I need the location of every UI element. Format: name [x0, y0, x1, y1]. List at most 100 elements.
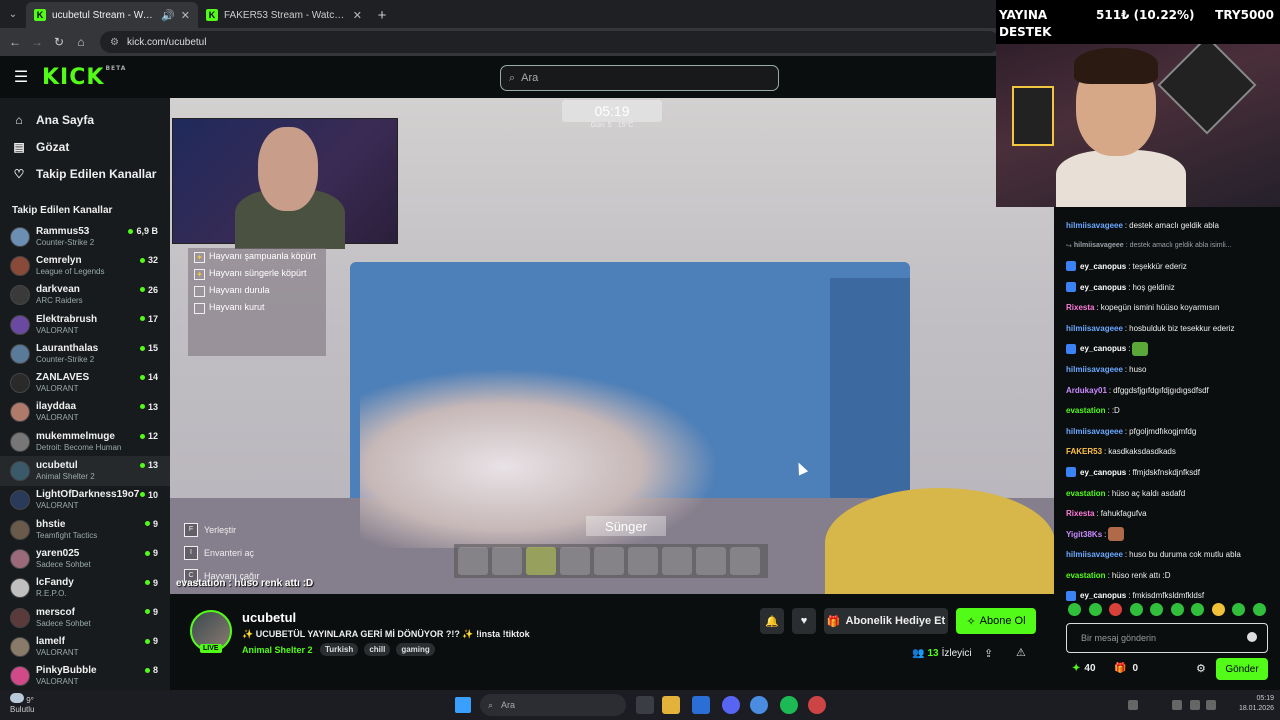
forward-icon[interactable]: →: [28, 33, 46, 51]
emote-icon[interactable]: [1170, 603, 1184, 616]
sidebar-channel[interactable]: LightOfDarkness19o7 VALORANT 10: [0, 486, 170, 515]
windows-start-icon[interactable]: [455, 697, 471, 713]
sidebar-channel[interactable]: Elektrabrush VALORANT 17: [0, 310, 170, 339]
chrome-icon[interactable]: [750, 696, 768, 714]
spotify-icon[interactable]: [780, 696, 798, 714]
emote-icon[interactable]: [1232, 603, 1246, 616]
emote-icon[interactable]: [1252, 603, 1266, 616]
chat-username[interactable]: hilmiisavageee: [1066, 427, 1123, 436]
menu-icon[interactable]: ☰: [0, 67, 42, 87]
sidebar-channel[interactable]: merscof Sadece Sohbet 9: [0, 603, 170, 632]
chat-username[interactable]: hilmiisavageee: [1066, 365, 1123, 374]
chat-username[interactable]: FAKER53: [1066, 447, 1102, 456]
chat-username[interactable]: ey_canopus: [1080, 591, 1126, 600]
home-icon[interactable]: ⌂: [72, 33, 90, 51]
chat-username[interactable]: evastation: [1066, 406, 1106, 415]
gift-counter[interactable]: 🎁 0: [1114, 663, 1138, 674]
tab-ucubetul[interactable]: K ucubetul Stream - Watch Li 🔊 ✕: [26, 2, 198, 28]
sidebar-channel[interactable]: Rammus53 Counter-Strike 2 6,9 B: [0, 222, 170, 251]
emoji-icon[interactable]: [1247, 632, 1257, 642]
chat-username[interactable]: hilmiisavageee: [1066, 324, 1123, 333]
chat-username[interactable]: Ardukay01: [1066, 386, 1107, 395]
chat-username[interactable]: ey_canopus: [1080, 468, 1126, 477]
sidebar-channel[interactable]: yaren025 Sadece Sohbet 9: [0, 544, 170, 573]
close-tab-icon[interactable]: ✕: [353, 9, 362, 22]
chat-username[interactable]: hilmiisavageee: [1066, 550, 1123, 559]
emote-icon[interactable]: [1191, 603, 1205, 616]
tag-pill[interactable]: Turkish: [320, 643, 359, 656]
clock[interactable]: 05:19 18.01.2026: [1239, 694, 1274, 714]
follow-button[interactable]: ♥: [792, 608, 816, 634]
network-icon[interactable]: [1128, 700, 1138, 710]
chat-username[interactable]: hilmiisavageee: [1074, 242, 1124, 249]
chat-username[interactable]: ey_canopus: [1080, 262, 1126, 271]
streamer-name[interactable]: ucubetul: [242, 610, 296, 625]
chat-input[interactable]: Bir mesaj gönderin: [1066, 623, 1268, 653]
store-icon[interactable]: [692, 696, 710, 714]
sidebar-channel[interactable]: Cemrelyn League of Legends 32: [0, 251, 170, 280]
url-field[interactable]: ⚙ kick.com/ucubetul: [100, 31, 1000, 53]
tag-pill[interactable]: chill: [364, 643, 391, 656]
audio-icon[interactable]: 🔊: [161, 9, 175, 22]
chat-username[interactable]: hilmiisavageee: [1066, 221, 1123, 230]
tab-faker53[interactable]: K FAKER53 Stream - Watch Live o ✕: [198, 2, 370, 28]
reload-icon[interactable]: ↻: [50, 33, 68, 51]
chat-username[interactable]: Rixesta: [1066, 303, 1094, 312]
sidebar-channel[interactable]: Lauranthalas Counter-Strike 2 15: [0, 339, 170, 368]
wifi-icon[interactable]: [1172, 700, 1182, 710]
share-icon[interactable]: ⇪: [984, 647, 993, 660]
chat-username[interactable]: Rixesta: [1066, 509, 1094, 518]
emote-icon[interactable]: [1211, 603, 1225, 616]
sidebar-channel[interactable]: ucubetul Animal Shelter 2 13: [0, 456, 170, 486]
sidebar-channel[interactable]: ZANLAVES VALORANT 14: [0, 368, 170, 397]
sidebar-channel[interactable]: ilayddaa VALORANT 13: [0, 398, 170, 427]
sidebar-channel[interactable]: PinkyBubble VALORANT 8: [0, 661, 170, 690]
notification-button[interactable]: 🔔: [760, 608, 784, 634]
app-icon[interactable]: [808, 696, 826, 714]
chat-username[interactable]: evastation: [1066, 489, 1106, 498]
subscriber-badge-icon: [1066, 343, 1076, 354]
emote-icon[interactable]: [1150, 603, 1164, 616]
channel-avatar: [10, 461, 30, 482]
new-tab-button[interactable]: +: [370, 2, 394, 28]
taskbar-search[interactable]: ⌕ Ara: [480, 694, 626, 716]
channel-game: VALORANT: [36, 677, 79, 687]
back-icon[interactable]: ←: [6, 33, 24, 51]
chat-username[interactable]: evastation: [1066, 571, 1106, 580]
emote-icon[interactable]: [1109, 603, 1123, 616]
kick-logo[interactable]: KICKBETA: [42, 65, 126, 90]
chat-username[interactable]: Yigit38Ks: [1066, 530, 1102, 539]
sidebar-channel[interactable]: bhstie Teamfight Tactics 9: [0, 515, 170, 544]
tag-pill[interactable]: gaming: [396, 643, 435, 656]
nav-following[interactable]: ♡ Takip Edilen Kanallar: [0, 160, 170, 187]
emote-icon[interactable]: [1088, 603, 1102, 616]
chat-username[interactable]: ey_canopus: [1080, 344, 1126, 353]
send-button[interactable]: Gönder: [1216, 658, 1268, 680]
gift-sub-button[interactable]: 🎁 Abonelik Hediye Et: [824, 608, 948, 634]
video-player[interactable]: 05:19 Gün: 5 15°C ✦ Hayvanı şampuanla köp…: [170, 98, 1054, 594]
volume-icon[interactable]: [1190, 700, 1200, 710]
tab-search-icon[interactable]: ⌄: [0, 0, 26, 28]
emote-icon[interactable]: [1068, 603, 1081, 616]
discord-icon[interactable]: [722, 696, 740, 714]
sidebar-channel[interactable]: lcFandy R.E.P.O. 9: [0, 574, 170, 603]
task-view-icon[interactable]: [636, 696, 654, 714]
weather-widget[interactable]: 9° Bulutlu: [10, 693, 34, 714]
chat-username[interactable]: ey_canopus: [1080, 283, 1126, 292]
sidebar-channel[interactable]: darkvean ARC Raiders 26: [0, 281, 170, 310]
stream-category[interactable]: Animal Shelter 2: [242, 645, 313, 655]
sidebar-channel[interactable]: mukemmelmuge Detroit: Become Human 12: [0, 427, 170, 456]
emote-icon[interactable]: [1129, 603, 1143, 616]
chat-settings-icon[interactable]: ⚙: [1196, 662, 1206, 675]
nav-home[interactable]: ⌂ Ana Sayfa: [0, 106, 170, 133]
site-info-icon[interactable]: ⚙: [110, 37, 119, 48]
channel-points[interactable]: ✦ 40: [1072, 663, 1096, 674]
close-tab-icon[interactable]: ✕: [181, 9, 190, 22]
battery-icon[interactable]: [1206, 700, 1216, 710]
subscribe-button[interactable]: ✧ Abone Ol: [956, 608, 1036, 634]
nav-browse[interactable]: ▤ Gözat: [0, 133, 170, 160]
report-icon[interactable]: ⚠: [1016, 646, 1026, 659]
file-explorer-icon[interactable]: [662, 696, 680, 714]
sidebar-channel[interactable]: lamelf VALORANT 9: [0, 632, 170, 661]
search-input[interactable]: ⌕ Ara: [500, 65, 779, 91]
